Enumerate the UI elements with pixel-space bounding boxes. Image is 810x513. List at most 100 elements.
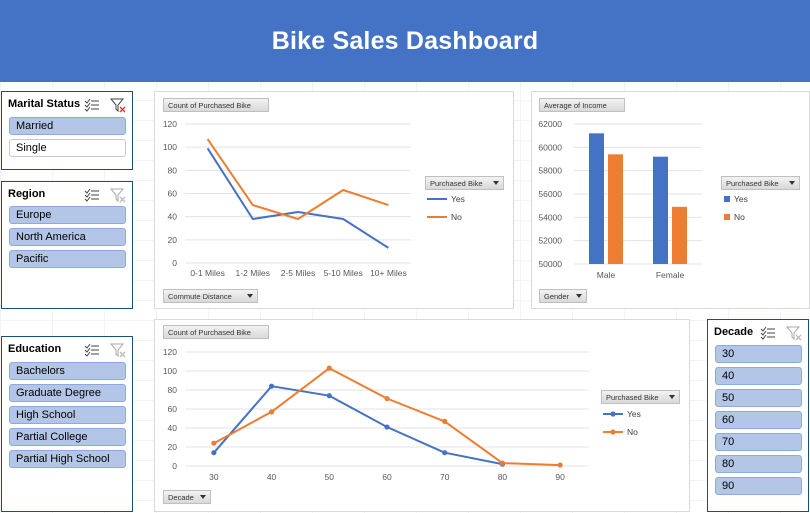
- clear-filter-icon[interactable]: [109, 187, 126, 203]
- clear-filter-icon[interactable]: [109, 342, 126, 358]
- bar-no: [672, 206, 687, 264]
- slicer-item-70[interactable]: 70: [715, 433, 802, 451]
- data-point: [442, 450, 448, 456]
- dashboard-title: Bike Sales Dashboard: [271, 26, 539, 55]
- series-line-no: [206, 138, 389, 220]
- slicer-item-80[interactable]: 80: [715, 455, 802, 473]
- y-tick-label: 20: [168, 235, 178, 245]
- slicer-item-60[interactable]: 60: [715, 411, 802, 429]
- checkmark: [760, 330, 767, 336]
- chevron-down-icon: [789, 181, 795, 185]
- slicer-header: Decade: [708, 320, 808, 346]
- x-tick-label: 2-5 Miles: [281, 268, 315, 278]
- slicer-title: Region: [8, 188, 46, 200]
- y-tick-label: 0: [172, 258, 177, 268]
- checkmark: [84, 351, 91, 357]
- data-point: [499, 460, 506, 466]
- chevron-down-icon: [493, 181, 499, 185]
- y-tick-label: 62000: [538, 119, 562, 129]
- data-point: [326, 393, 332, 399]
- axis-field-button[interactable]: Gender: [539, 289, 587, 303]
- x-tick-label: 0-1 Miles: [190, 268, 224, 278]
- data-point: [326, 365, 332, 371]
- slicer-header: Education: [2, 337, 132, 363]
- multiselect-icon[interactable]: [84, 97, 100, 113]
- slicer-item-graduate-degree[interactable]: Graduate Degree: [9, 384, 126, 402]
- slicer-item-single[interactable]: Single: [9, 139, 126, 157]
- clear-filter-icon[interactable]: [109, 97, 126, 113]
- legend-label: No: [451, 212, 462, 222]
- bar-no: [608, 154, 623, 264]
- slicer-item-pacific[interactable]: Pacific: [9, 250, 126, 268]
- legend-label: Yes: [627, 409, 641, 419]
- legend-marker: [610, 411, 616, 417]
- slicer-item-50[interactable]: 50: [715, 389, 802, 407]
- slicer-item-bachelors[interactable]: Bachelors: [9, 362, 126, 380]
- checkmark: [84, 192, 91, 198]
- legend-field-button[interactable]: Purchased Bike: [721, 176, 800, 190]
- legend-label: Yes: [734, 194, 748, 204]
- checkmark: [84, 347, 91, 353]
- y-tick-label: 40: [168, 423, 178, 433]
- series-line-no: [213, 367, 561, 467]
- multiselect-icon[interactable]: [84, 187, 100, 203]
- x-tick-label: 70: [440, 472, 450, 482]
- checkmark: [760, 334, 767, 340]
- x-mark: [119, 196, 126, 203]
- axis-field-button[interactable]: Commute Distance: [163, 289, 258, 303]
- multiselect-icon[interactable]: [84, 342, 100, 358]
- slicer-item-40[interactable]: 40: [715, 367, 802, 385]
- y-tick-label: 56000: [538, 189, 562, 199]
- checkmark: [84, 106, 91, 112]
- x-tick-label: Male: [597, 270, 616, 280]
- x-tick-label: 90: [555, 472, 565, 482]
- slicer-marital-status: Marital Status Married Single: [1, 91, 133, 170]
- bar-yes: [653, 156, 668, 264]
- income-bar-chart: 50000 52000 54000 56000 58000 60000 62000 Male F…: [538, 119, 748, 280]
- y-tick-label: 60000: [538, 142, 562, 152]
- data-point: [384, 395, 390, 402]
- funnel-shape: [785, 326, 801, 341]
- axis-field-label: Decade: [168, 493, 194, 502]
- multiselect-icon[interactable]: [760, 325, 776, 341]
- commute-line-chart: 0 20 40 60 80 100 120 0-1 Miles 1-2 Miles 2-5 Mil…: [163, 119, 465, 278]
- average-income-chart[interactable]: Average of Income 50000 52000 54000 56000 58…: [531, 91, 810, 309]
- legend-label: Yes: [451, 194, 465, 204]
- slicer-item-30[interactable]: 30: [715, 345, 802, 363]
- slicer-item-high-school[interactable]: High School: [9, 406, 126, 424]
- legend-label: No: [627, 427, 638, 437]
- decade-chart[interactable]: Count of Purchased Bike 0 20 40 60 80 100 120 3…: [154, 319, 690, 512]
- slicer-item-90[interactable]: 90: [715, 477, 802, 495]
- slicer-title: Education: [8, 343, 62, 355]
- checkmark: [84, 98, 91, 104]
- funnel-shape: [109, 188, 125, 203]
- chevron-down-icon: [200, 495, 206, 499]
- slicer-decade: Decade 30 40 50 60 70 80 90: [707, 319, 809, 512]
- x-tick-label: 5-10 Miles: [324, 268, 363, 278]
- legend-field-button[interactable]: Purchased Bike: [425, 176, 504, 190]
- slicer-item-partial-high-school[interactable]: Partial High School: [9, 450, 126, 468]
- x-mark: [119, 106, 126, 113]
- y-tick-label: 60: [168, 404, 178, 414]
- checkmark: [84, 102, 91, 108]
- data-point: [442, 418, 448, 424]
- legend-label: No: [734, 212, 745, 222]
- slicer-item-north-america[interactable]: North America: [9, 228, 126, 246]
- slicer-header: Marital Status: [2, 92, 132, 118]
- legend-swatch: [724, 214, 730, 220]
- clear-filter-icon[interactable]: [785, 325, 802, 341]
- legend-field-label: Purchased Bike: [726, 179, 779, 188]
- bar-yes: [589, 133, 604, 264]
- y-tick-label: 52000: [538, 236, 562, 246]
- x-tick-label: 10+ Miles: [370, 268, 407, 278]
- axis-field-button[interactable]: Decade: [163, 490, 211, 504]
- slicer-item-married[interactable]: Married: [9, 117, 126, 135]
- slicer-header: Region: [2, 182, 132, 208]
- slicer-item-europe[interactable]: Europe: [9, 206, 126, 224]
- chevron-down-icon: [247, 294, 253, 298]
- y-tick-label: 80: [168, 385, 178, 395]
- commute-distance-chart[interactable]: Count of Purchased Bike 0 20 40 60 80 100 120 0…: [154, 91, 514, 309]
- legend-field-button[interactable]: Purchased Bike: [601, 390, 680, 404]
- slicer-item-partial-college[interactable]: Partial College: [9, 428, 126, 446]
- legend-field-label: Purchased Bike: [430, 179, 483, 188]
